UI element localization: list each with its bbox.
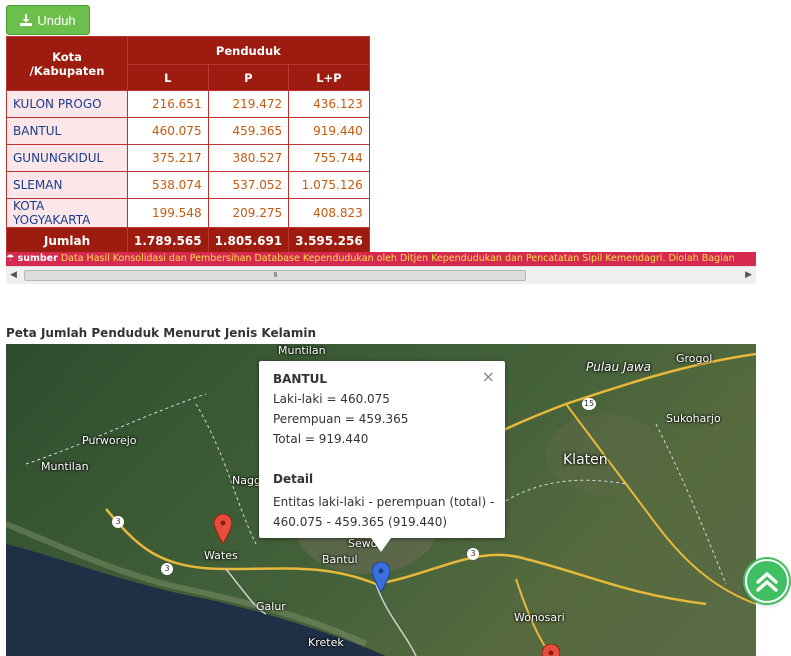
- scroll-right-icon[interactable]: ▶: [745, 270, 752, 280]
- popup-laki: Laki-laki = 460.075: [273, 392, 390, 406]
- map-pin-red-wonosari[interactable]: [542, 644, 560, 656]
- label-pulau-jawa: Pulau Jawa: [586, 360, 652, 374]
- table-row: BANTUL 460.075 459.365 919.440: [6, 117, 370, 145]
- lp-cell: 408.823: [288, 198, 370, 228]
- total-p: 1.805.691: [207, 227, 290, 255]
- scrollbar-thumb[interactable]: III: [24, 270, 526, 281]
- table-row: KULON PROGO 216.651 219.472 436.123: [6, 90, 370, 118]
- label-galur: Galur: [256, 600, 286, 613]
- label-grogol: Grogol: [676, 352, 713, 365]
- label-klaten: Klaten: [563, 452, 608, 468]
- source-text: Data Hasil Konsolidasi dan Pembersihan D…: [60, 253, 735, 264]
- l-cell: 216.651: [127, 90, 209, 118]
- header-lp: L+P: [288, 64, 370, 91]
- l-cell: 538.074: [127, 171, 209, 199]
- kota-cell: GUNUNGKIDUL: [6, 144, 128, 172]
- population-table: Kota /Kabupaten Penduduk L P L+P KULON P…: [6, 36, 370, 255]
- download-icon: [20, 14, 33, 26]
- header-p: P: [207, 64, 290, 91]
- p-cell: 219.472: [207, 90, 290, 118]
- header-l: L: [127, 64, 209, 91]
- kota-cell: SLEMAN: [6, 171, 128, 199]
- scroll-left-icon[interactable]: ◀: [10, 270, 17, 280]
- l-cell: 199.548: [127, 198, 209, 228]
- popup-perempuan: Perempuan = 459.365: [273, 412, 409, 426]
- p-cell: 459.365: [207, 117, 290, 145]
- p-cell: 380.527: [207, 144, 290, 172]
- lp-cell: 1.075.126: [288, 171, 370, 199]
- label-nagg: Nagg: [232, 474, 261, 487]
- label-muntilan-top: Muntilan: [278, 344, 326, 357]
- double-chevron-up-icon: [756, 572, 778, 592]
- total-l: 1.789.565: [127, 227, 209, 255]
- table-row: SLEMAN 538.074 537.052 1.075.126: [6, 171, 370, 199]
- label-muntilan-left: Muntilan: [41, 460, 89, 473]
- header-kota: Kota /Kabupaten: [6, 36, 128, 91]
- table-row: KOTA YOGYAKARTA 199.548 209.275 408.823: [6, 198, 370, 228]
- source-banner: ☂ sumber Data Hasil Konsolidasi dan Pemb…: [6, 252, 756, 266]
- download-button-label: Unduh: [37, 12, 76, 28]
- lp-cell: 755.744: [288, 144, 370, 172]
- lp-cell: 436.123: [288, 90, 370, 118]
- p-cell: 537.052: [207, 171, 290, 199]
- road-badge-15: 15: [582, 398, 596, 410]
- scrollbar-grip: III: [273, 271, 277, 279]
- p-cell: 209.275: [207, 198, 290, 228]
- l-cell: 375.217: [127, 144, 209, 172]
- horizontal-scrollbar[interactable]: ◀ III ▶: [6, 266, 756, 284]
- download-button[interactable]: Unduh: [6, 5, 90, 35]
- label-bantul: Bantul: [322, 553, 358, 566]
- map-info-popup: × BANTUL Laki-laki = 460.075 Perempuan =…: [259, 361, 505, 552]
- map-view[interactable]: Muntilan Grogol Pulau Jawa Purworejo Suk…: [6, 344, 756, 656]
- label-kretek: Kretek: [308, 636, 344, 649]
- kota-cell: BANTUL: [6, 117, 128, 145]
- popup-title: BANTUL: [273, 372, 328, 386]
- lp-cell: 919.440: [288, 117, 370, 145]
- popup-detail-text: Entitas laki-laki - perempuan (total) - …: [273, 495, 495, 529]
- road-badge-3a: 3: [112, 516, 124, 528]
- umbrella-icon: ☂: [6, 253, 15, 264]
- popup-detail-title: Detail: [273, 472, 314, 486]
- map-pin-red-wates[interactable]: [214, 514, 232, 544]
- label-wates: Wates: [204, 549, 238, 562]
- kota-cell: KOTA YOGYAKARTA: [6, 198, 128, 228]
- total-label: Jumlah: [6, 227, 128, 255]
- map-title: Peta Jumlah Penduduk Menurut Jenis Kelam…: [6, 326, 317, 340]
- kota-cell: KULON PROGO: [6, 90, 128, 118]
- road-badge-3c: 3: [467, 548, 479, 560]
- map-pin-blue-bantul[interactable]: [372, 562, 390, 592]
- total-row: Jumlah 1.789.565 1.805.691 3.595.256: [6, 227, 370, 255]
- label-purworejo: Purworejo: [82, 434, 137, 447]
- total-lp: 3.595.256: [288, 227, 370, 255]
- table-row: GUNUNGKIDUL 375.217 380.527 755.744: [6, 144, 370, 172]
- close-icon[interactable]: ×: [482, 367, 495, 386]
- source-label: sumber: [17, 253, 58, 264]
- header-penduduk: Penduduk: [127, 36, 370, 65]
- label-wonosari: Wonosari: [514, 611, 565, 624]
- scroll-to-top-button[interactable]: [745, 559, 789, 603]
- road-badge-3b: 3: [161, 563, 173, 575]
- label-sukoharjo: Sukoharjo: [666, 412, 721, 425]
- l-cell: 460.075: [127, 117, 209, 145]
- popup-total: Total = 919.440: [273, 432, 369, 446]
